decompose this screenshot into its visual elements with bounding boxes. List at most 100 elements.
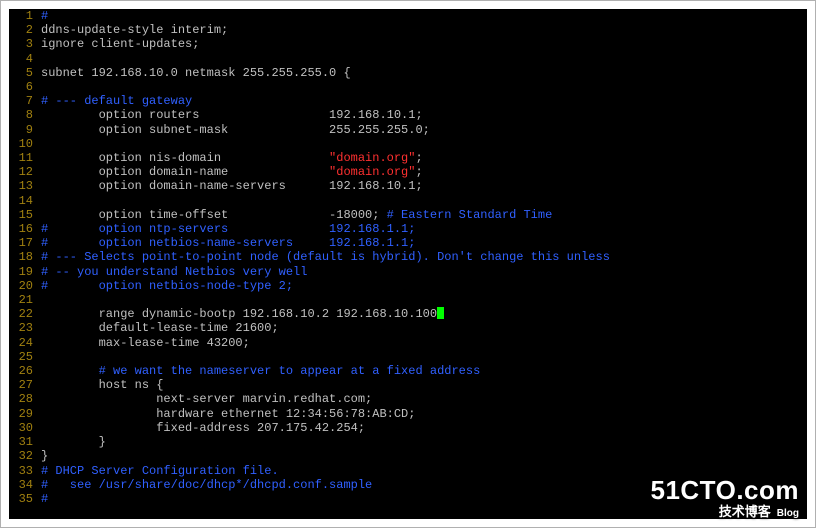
code-line[interactable]: 15 option time-offset -18000; # Eastern …	[9, 208, 807, 222]
code-content[interactable]: default-lease-time 21600;	[41, 321, 807, 335]
code-content[interactable]: # see /usr/share/doc/dhcp*/dhcpd.conf.sa…	[41, 478, 807, 492]
code-content[interactable]: option time-offset -18000; # Eastern Sta…	[41, 208, 807, 222]
line-number: 35	[9, 492, 41, 506]
code-segment: option subnet-mask 255.255.255.0;	[41, 123, 430, 137]
code-content[interactable]: ddns-update-style interim;	[41, 23, 807, 37]
code-content[interactable]: next-server marvin.redhat.com;	[41, 392, 807, 406]
code-line[interactable]: 1#	[9, 9, 807, 23]
code-content[interactable]: host ns {	[41, 378, 807, 392]
code-content[interactable]: option routers 192.168.10.1;	[41, 108, 807, 122]
code-line[interactable]: 16# option ntp-servers 192.168.1.1;	[9, 222, 807, 236]
line-number: 13	[9, 179, 41, 193]
code-content[interactable]	[41, 194, 807, 208]
code-line[interactable]: 12 option domain-name "domain.org";	[9, 165, 807, 179]
code-line[interactable]: 9 option subnet-mask 255.255.255.0;	[9, 123, 807, 137]
terminal-editor[interactable]: 1#2ddns-update-style interim;3ignore cli…	[9, 9, 807, 519]
line-number: 19	[9, 265, 41, 279]
code-line[interactable]: 13 option domain-name-servers 192.168.10…	[9, 179, 807, 193]
code-line[interactable]: 28 next-server marvin.redhat.com;	[9, 392, 807, 406]
code-line[interactable]: 26 # we want the nameserver to appear at…	[9, 364, 807, 378]
code-content[interactable]	[41, 293, 807, 307]
line-number: 16	[9, 222, 41, 236]
code-segment: ;	[415, 165, 422, 179]
code-line[interactable]: 6	[9, 80, 807, 94]
code-line[interactable]: 14	[9, 194, 807, 208]
code-line[interactable]: 17# option netbios-name-servers 192.168.…	[9, 236, 807, 250]
line-number: 10	[9, 137, 41, 151]
code-segment: # --- Selects point-to-point node (defau…	[41, 250, 610, 264]
code-content[interactable]: max-lease-time 43200;	[41, 336, 807, 350]
code-content[interactable]: hardware ethernet 12:34:56:78:AB:CD;	[41, 407, 807, 421]
code-line[interactable]: 24 max-lease-time 43200;	[9, 336, 807, 350]
code-line[interactable]: 7# --- default gateway	[9, 94, 807, 108]
code-content[interactable]: #	[41, 492, 807, 506]
line-number: 14	[9, 194, 41, 208]
line-number: 12	[9, 165, 41, 179]
line-number: 31	[9, 435, 41, 449]
code-content[interactable]: # -- you understand Netbios very well	[41, 265, 807, 279]
code-line[interactable]: 3ignore client-updates;	[9, 37, 807, 51]
code-segment: default-lease-time 21600;	[41, 321, 279, 335]
code-content[interactable]	[41, 137, 807, 151]
line-number: 34	[9, 478, 41, 492]
code-content[interactable]: ignore client-updates;	[41, 37, 807, 51]
code-content[interactable]: # we want the nameserver to appear at a …	[41, 364, 807, 378]
code-segment: fixed-address 207.175.42.254;	[41, 421, 365, 435]
line-number: 7	[9, 94, 41, 108]
code-line[interactable]: 20# option netbios-node-type 2;	[9, 279, 807, 293]
code-line[interactable]: 19# -- you understand Netbios very well	[9, 265, 807, 279]
line-number: 3	[9, 37, 41, 51]
code-line[interactable]: 22 range dynamic-bootp 192.168.10.2 192.…	[9, 307, 807, 321]
code-content[interactable]: option nis-domain "domain.org";	[41, 151, 807, 165]
code-content[interactable]: }	[41, 449, 807, 463]
line-number: 21	[9, 293, 41, 307]
code-content[interactable]: # DHCP Server Configuration file.	[41, 464, 807, 478]
line-number: 8	[9, 108, 41, 122]
code-line[interactable]: 29 hardware ethernet 12:34:56:78:AB:CD;	[9, 407, 807, 421]
code-content[interactable]: # option ntp-servers 192.168.1.1;	[41, 222, 807, 236]
code-segment: host ns {	[41, 378, 163, 392]
code-line[interactable]: 4	[9, 52, 807, 66]
code-content[interactable]: # option netbios-name-servers 192.168.1.…	[41, 236, 807, 250]
code-content[interactable]: # option netbios-node-type 2;	[41, 279, 807, 293]
code-line[interactable]: 33# DHCP Server Configuration file.	[9, 464, 807, 478]
code-line[interactable]: 25	[9, 350, 807, 364]
code-segment: #	[41, 9, 48, 23]
code-content[interactable]	[41, 350, 807, 364]
code-line[interactable]: 11 option nis-domain "domain.org";	[9, 151, 807, 165]
code-content[interactable]	[41, 52, 807, 66]
code-line[interactable]: 31 }	[9, 435, 807, 449]
code-line[interactable]: 32}	[9, 449, 807, 463]
code-content[interactable]: option subnet-mask 255.255.255.0;	[41, 123, 807, 137]
code-line[interactable]: 10	[9, 137, 807, 151]
code-content[interactable]: #	[41, 9, 807, 23]
code-line[interactable]: 27 host ns {	[9, 378, 807, 392]
line-number: 24	[9, 336, 41, 350]
code-content[interactable]: fixed-address 207.175.42.254;	[41, 421, 807, 435]
code-segment: }	[41, 435, 106, 449]
code-content[interactable]: option domain-name-servers 192.168.10.1;	[41, 179, 807, 193]
code-content[interactable]: # --- default gateway	[41, 94, 807, 108]
code-segment: # option ntp-servers 192.168.1.1;	[41, 222, 415, 236]
code-line[interactable]: 5subnet 192.168.10.0 netmask 255.255.255…	[9, 66, 807, 80]
code-content[interactable]: # --- Selects point-to-point node (defau…	[41, 250, 807, 264]
code-line[interactable]: 18# --- Selects point-to-point node (def…	[9, 250, 807, 264]
code-line[interactable]: 30 fixed-address 207.175.42.254;	[9, 421, 807, 435]
code-segment: # -- you understand Netbios very well	[41, 265, 307, 279]
code-content[interactable]: range dynamic-bootp 192.168.10.2 192.168…	[41, 307, 807, 321]
code-segment: option domain-name	[41, 165, 329, 179]
code-content[interactable]: }	[41, 435, 807, 449]
line-number: 18	[9, 250, 41, 264]
code-content[interactable]: option domain-name "domain.org";	[41, 165, 807, 179]
code-line[interactable]: 23 default-lease-time 21600;	[9, 321, 807, 335]
code-line[interactable]: 2ddns-update-style interim;	[9, 23, 807, 37]
code-line[interactable]: 34# see /usr/share/doc/dhcp*/dhcpd.conf.…	[9, 478, 807, 492]
code-segment: option domain-name-servers 192.168.10.1;	[41, 179, 423, 193]
code-line[interactable]: 8 option routers 192.168.10.1;	[9, 108, 807, 122]
code-content[interactable]	[41, 80, 807, 94]
code-content[interactable]: subnet 192.168.10.0 netmask 255.255.255.…	[41, 66, 807, 80]
code-segment: ddns-update-style interim;	[41, 23, 228, 37]
code-line[interactable]: 21	[9, 293, 807, 307]
code-segment: # we want the nameserver to appear at a …	[99, 364, 481, 378]
code-line[interactable]: 35#	[9, 492, 807, 506]
